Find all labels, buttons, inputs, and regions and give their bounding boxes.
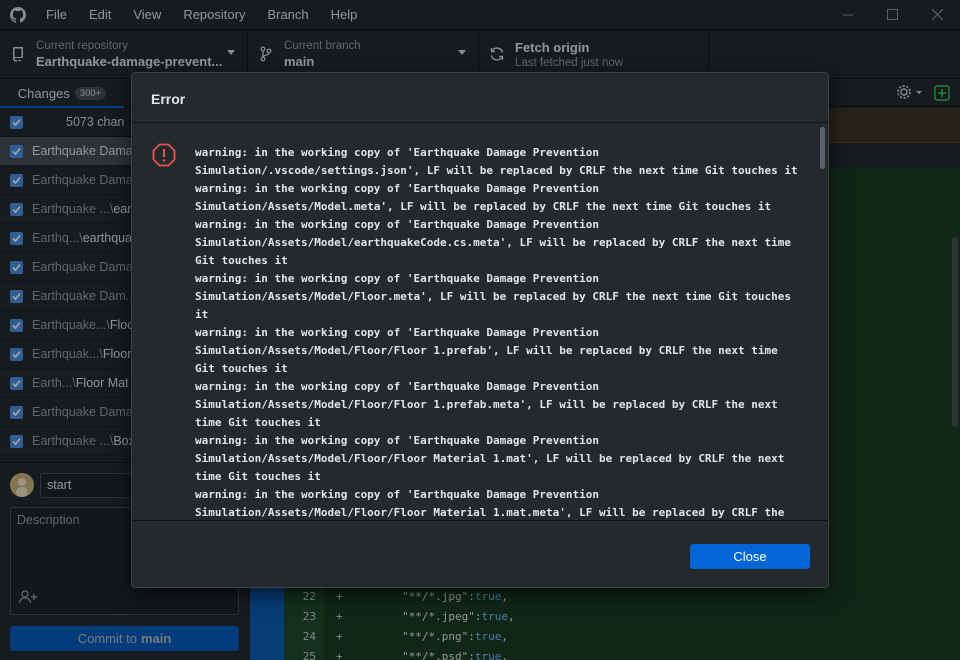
close-button[interactable]: Close [690,544,810,569]
error-message: warning: in the working copy of 'Earthqu… [195,146,798,519]
dialog-title: Error [132,73,828,123]
error-icon [152,143,176,170]
dialog-body: warning: in the working copy of 'Earthqu… [132,123,828,521]
error-dialog: Error warning: in the working copy of 'E… [131,72,829,588]
dialog-scrollbar[interactable] [820,127,825,169]
